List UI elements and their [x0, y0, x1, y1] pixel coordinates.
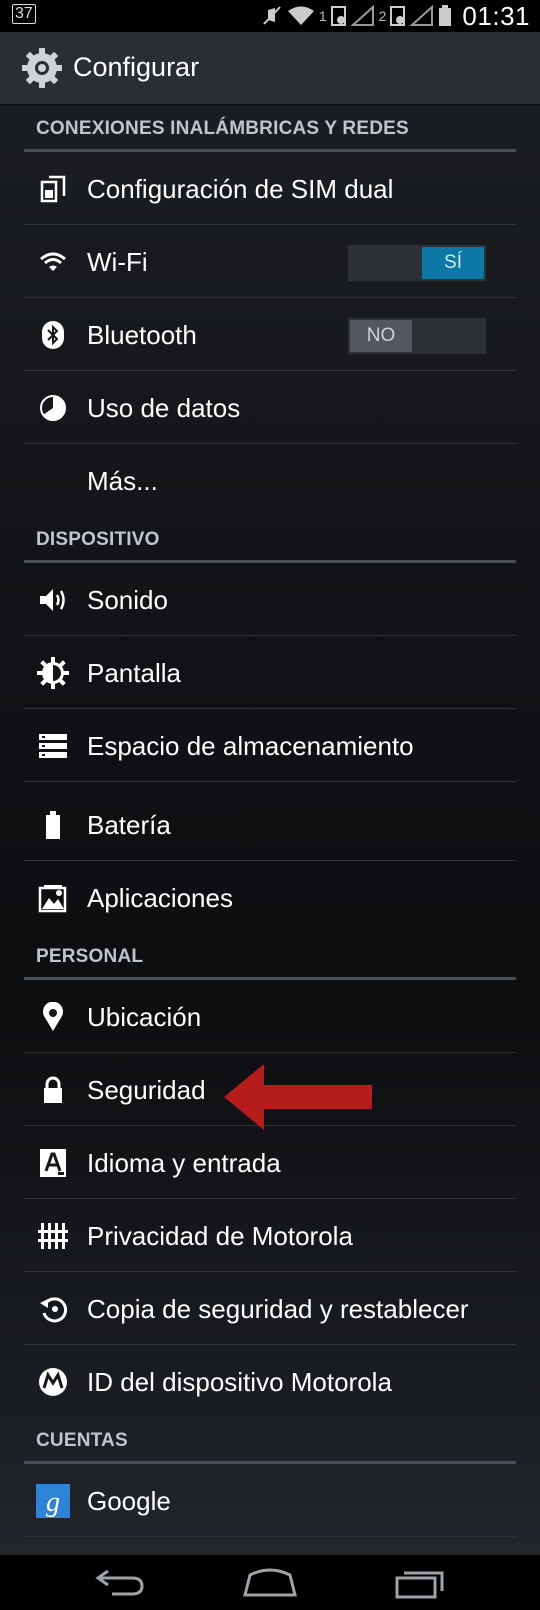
sim2-label: 2 — [378, 8, 387, 24]
speaker-icon — [36, 585, 70, 615]
settings-item-storage[interactable]: Espacio de almacenamiento — [0, 709, 540, 782]
dual-sim-icon — [36, 174, 70, 204]
section-header-accounts: CUENTAS — [0, 1418, 540, 1464]
item-label: Batería — [87, 810, 171, 840]
settings-item-location[interactable]: Ubicación — [0, 980, 540, 1053]
item-label: Configuración de SIM dual — [87, 174, 394, 204]
settings-item-display[interactable]: Pantalla — [0, 636, 540, 709]
section-header-device: DISPOSITIVO — [0, 517, 540, 563]
settings-item-more[interactable]: Más... — [0, 444, 540, 517]
sim1-card-icon — [330, 6, 346, 26]
item-label: Copia de seguridad y restablecer — [87, 1294, 469, 1324]
privacy-grid-icon — [36, 1221, 70, 1251]
battery-status-icon — [439, 5, 452, 26]
item-label: ID del dispositivo Motorola — [87, 1367, 392, 1397]
status-bar: 37 1 2 01:31 — [0, 0, 540, 32]
item-label: Ubicación — [87, 1002, 202, 1032]
item-label: Pantalla — [87, 658, 181, 688]
action-bar: Configurar — [0, 32, 540, 106]
navigation-bar — [0, 1555, 540, 1610]
settings-item-data-usage[interactable]: Uso de datos — [0, 371, 540, 444]
status-icons: 1 2 01:31 — [261, 0, 530, 32]
section-label: DISPOSITIVO — [36, 529, 160, 550]
sim2-card-icon — [390, 6, 406, 26]
battery-icon — [36, 810, 70, 840]
item-label: Idioma y entrada — [87, 1148, 281, 1178]
storage-icon — [36, 731, 70, 761]
section-header-wireless: CONEXIONES INALÁMBRICAS Y REDES — [0, 106, 540, 152]
home-icon[interactable] — [242, 1567, 298, 1597]
item-label: Aplicaciones — [87, 883, 233, 913]
annotation-arrow-icon — [224, 1064, 372, 1130]
back-icon[interactable] — [94, 1567, 146, 1597]
brightness-icon — [36, 657, 70, 689]
settings-item-apps[interactable]: Aplicaciones — [0, 861, 540, 934]
signal-strength-1-icon — [350, 5, 374, 26]
section-label: CUENTAS — [36, 1430, 128, 1451]
google-g-icon: g — [36, 1484, 70, 1518]
svg-text:g: g — [46, 1487, 60, 1518]
wifi-icon — [36, 247, 70, 277]
recents-icon[interactable] — [394, 1567, 448, 1599]
page-title: Configurar — [73, 52, 200, 82]
item-label: Sonido — [87, 585, 168, 615]
motorola-logo-icon — [36, 1367, 70, 1397]
settings-item-wifi[interactable]: Wi-Fi SÍ — [0, 225, 540, 298]
keyboard-a-icon — [36, 1148, 70, 1178]
wifi-signal-icon — [287, 6, 314, 25]
settings-item-device-id[interactable]: ID del dispositivo Motorola — [0, 1345, 540, 1418]
backup-restore-icon — [36, 1294, 70, 1324]
settings-item-dual-sim[interactable]: Configuración de SIM dual — [0, 152, 540, 225]
section-label: PERSONAL — [36, 946, 144, 967]
settings-item-backup[interactable]: Copia de seguridad y restablecer — [0, 1272, 540, 1345]
location-pin-icon — [36, 1002, 70, 1032]
wifi-toggle[interactable]: SÍ — [347, 244, 487, 282]
settings-gear-icon[interactable] — [20, 46, 64, 90]
settings-screen: 37 1 2 01:31 Configurar CONEXIONES INALÁ… — [0, 0, 540, 1610]
settings-item-privacy[interactable]: Privacidad de Motorola — [0, 1199, 540, 1272]
item-label: Google — [87, 1486, 171, 1516]
bluetooth-icon — [36, 320, 70, 350]
settings-list: CONEXIONES INALÁMBRICAS Y REDES Configur… — [0, 106, 540, 1537]
section-header-personal: PERSONAL — [0, 934, 540, 980]
item-label: Wi-Fi — [87, 247, 148, 277]
item-label: Espacio de almacenamiento — [87, 731, 414, 761]
settings-item-sound[interactable]: Sonido — [0, 563, 540, 636]
item-label: Uso de datos — [87, 393, 241, 423]
section-label: CONEXIONES INALÁMBRICAS Y REDES — [36, 118, 409, 139]
bluetooth-toggle[interactable]: NO — [347, 317, 487, 355]
item-label: Más... — [87, 466, 158, 496]
lock-icon — [36, 1075, 70, 1105]
data-usage-icon — [36, 393, 70, 423]
apps-icon — [36, 883, 70, 913]
notification-badge: 37 — [12, 4, 36, 24]
signal-strength-2-icon — [410, 5, 434, 26]
settings-item-battery[interactable]: Batería — [0, 788, 540, 861]
settings-item-bluetooth[interactable]: Bluetooth NO — [0, 298, 540, 371]
sim1-label: 1 — [318, 8, 327, 24]
settings-item-google[interactable]: g Google — [0, 1464, 540, 1537]
item-label: Privacidad de Motorola — [87, 1221, 353, 1251]
mute-icon — [263, 6, 281, 25]
clock: 01:31 — [462, 0, 530, 31]
wifi-toggle-state: SÍ — [422, 247, 484, 279]
bluetooth-toggle-state: NO — [350, 320, 412, 352]
settings-item-language[interactable]: Idioma y entrada — [0, 1126, 540, 1199]
item-label: Bluetooth — [87, 320, 197, 350]
item-label: Seguridad — [87, 1075, 206, 1105]
